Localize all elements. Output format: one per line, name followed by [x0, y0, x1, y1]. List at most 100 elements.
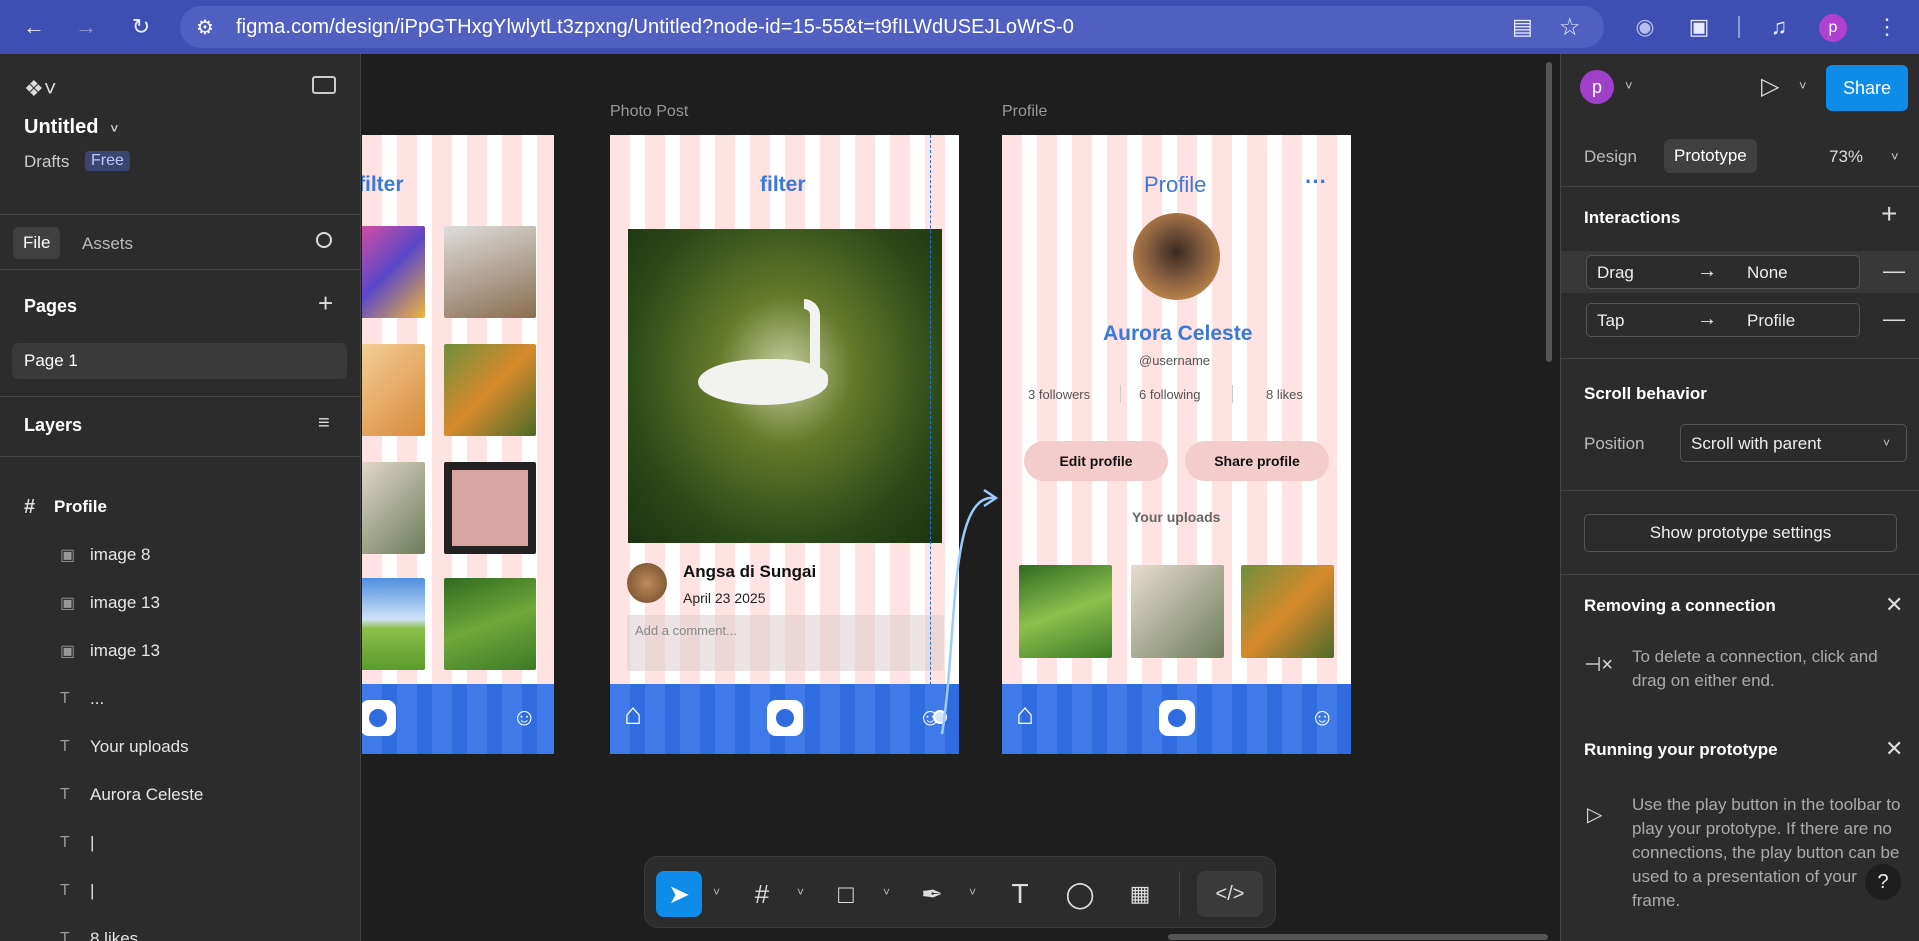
tab-assets[interactable]: Assets [82, 234, 133, 254]
following-count[interactable]: 6 following [1139, 387, 1200, 402]
camera-icon[interactable] [362, 700, 396, 736]
layer-item[interactable]: ▣ image 13 [0, 627, 361, 675]
extensions-icon[interactable]: ▣ [1684, 12, 1714, 42]
frame-filter-partial[interactable]: filter ☺ [362, 135, 554, 754]
image-thumbnail[interactable] [362, 462, 425, 554]
home-icon[interactable]: ⌂ [1016, 698, 1034, 732]
add-page-icon[interactable]: + [318, 288, 333, 319]
canvas[interactable]: filter ☺ Photo Post filter Angsa di Sung… [362, 54, 1560, 941]
edit-profile-button[interactable]: Edit profile [1024, 441, 1168, 481]
chevron-down-icon[interactable]: ˅ [1799, 78, 1807, 93]
position-select[interactable]: Scroll with parent ˅ [1680, 424, 1907, 462]
post-avatar[interactable] [627, 563, 667, 603]
post-image[interactable] [628, 229, 942, 543]
close-icon[interactable]: ✕ [1885, 592, 1903, 618]
frame-photo-post[interactable]: filter Angsa di Sungai April 23 2025 Add… [610, 135, 959, 754]
layer-item[interactable]: T... [0, 675, 361, 723]
image-thumbnail[interactable] [444, 226, 536, 318]
reload-icon[interactable]: ↻ [126, 12, 156, 42]
remove-interaction-icon[interactable]: — [1883, 306, 1905, 332]
address-bar[interactable]: ⚙ figma.com/design/iPpGTHxgYlwlytLt3zpxn… [180, 6, 1604, 48]
close-icon[interactable]: ✕ [1885, 736, 1903, 762]
forward-arrow-icon[interactable]: → [71, 12, 101, 42]
chevron-down-icon[interactable]: ˅ [1891, 149, 1899, 164]
chevron-down-icon[interactable]: ˅ [797, 885, 804, 899]
star-icon[interactable]: ☆ [1559, 13, 1581, 42]
image-thumbnail[interactable] [444, 344, 536, 436]
media-icon[interactable]: ♫ [1764, 12, 1794, 42]
layer-item[interactable]: T Aurora Celeste [0, 771, 361, 819]
zoom-level[interactable]: 73% [1829, 147, 1863, 167]
move-tool[interactable]: ➤ [656, 871, 702, 917]
browser-avatar[interactable]: p [1819, 14, 1847, 42]
tab-file[interactable]: File [13, 227, 61, 259]
file-name[interactable]: Untitled ˅ [24, 116, 118, 139]
tab-prototype[interactable]: Prototype [1664, 139, 1757, 173]
likes-count[interactable]: 8 likes [1266, 387, 1303, 402]
drafts-label[interactable]: Drafts [24, 152, 69, 172]
image-thumbnail[interactable] [444, 462, 536, 554]
image-thumbnail[interactable] [362, 226, 425, 318]
share-button[interactable]: Share [1826, 65, 1908, 111]
clipboard-icon[interactable]: ▤ [1512, 14, 1533, 40]
frame-label[interactable]: Photo Post [610, 103, 688, 121]
interaction-row[interactable]: Tap → Profile [1586, 303, 1860, 337]
page-item[interactable]: Page 1 [12, 343, 347, 379]
layer-item[interactable]: ▣ image 8 [0, 531, 361, 579]
toggle-sidebar-icon[interactable] [312, 76, 336, 94]
layers-filter-icon[interactable]: ≡ [318, 412, 330, 435]
user-icon[interactable]: ☺ [1310, 704, 1335, 732]
image-thumbnail[interactable] [362, 578, 425, 670]
help-button[interactable]: ? [1865, 864, 1901, 900]
interaction-row[interactable]: Drag → None [1586, 255, 1860, 289]
comment-tool-icon[interactable]: ◯ [1057, 871, 1103, 917]
back-arrow-icon[interactable]: ← [19, 12, 49, 42]
tab-design[interactable]: Design [1584, 147, 1637, 167]
upload-thumbnail[interactable] [1019, 565, 1112, 658]
rectangle-tool-icon[interactable]: □ [823, 871, 869, 917]
dev-mode-toggle-icon[interactable]: </> [1197, 871, 1263, 917]
site-settings-icon[interactable]: ⚙ [196, 15, 214, 40]
prototype-connection-arrow[interactable] [938, 434, 998, 754]
figma-logo-icon[interactable]: ❖˅ [24, 76, 57, 102]
upload-thumbnail[interactable] [1241, 565, 1334, 658]
chevron-down-icon[interactable]: ˅ [1625, 78, 1633, 93]
layer-item[interactable]: T Your uploads [0, 723, 361, 771]
actions-tool-icon[interactable]: ▦ [1117, 871, 1163, 917]
chevron-down-icon[interactable]: ˅ [713, 885, 720, 899]
profile-avatar[interactable] [1133, 213, 1220, 300]
layer-item[interactable]: T | [0, 819, 361, 867]
more-icon[interactable]: ··· [1305, 169, 1327, 195]
layer-item[interactable]: T8 likes [0, 915, 361, 941]
camera-icon[interactable] [767, 700, 803, 736]
show-prototype-settings-button[interactable]: Show prototype settings [1584, 514, 1897, 552]
play-icon[interactable]: ▷ [1761, 72, 1779, 101]
frame-profile[interactable]: Profile ··· Aurora Celeste @username 3 f… [1002, 135, 1351, 754]
pen-tool-icon[interactable]: ✒ [909, 871, 955, 917]
image-thumbnail[interactable] [444, 578, 536, 670]
camera-icon[interactable]: ◉ [1630, 12, 1660, 42]
image-thumbnail[interactable] [362, 344, 425, 436]
user-icon[interactable]: ☺ [512, 704, 537, 732]
followers-count[interactable]: 3 followers [1028, 387, 1090, 402]
text-tool-icon[interactable]: T [997, 871, 1043, 917]
comment-input[interactable]: Add a comment... [627, 615, 944, 671]
remove-interaction-icon[interactable]: — [1883, 258, 1905, 284]
horizontal-scrollbar[interactable] [1168, 934, 1548, 940]
chevron-down-icon[interactable]: ˅ [883, 885, 890, 899]
search-icon[interactable] [316, 232, 332, 248]
upload-thumbnail[interactable] [1131, 565, 1224, 658]
home-icon[interactable]: ⌂ [624, 698, 642, 732]
add-interaction-icon[interactable]: + [1881, 198, 1897, 230]
layer-item[interactable]: T | [0, 867, 361, 915]
frame-tool-icon[interactable]: # [739, 871, 785, 917]
share-profile-button[interactable]: Share profile [1185, 441, 1329, 481]
frame-label[interactable]: Profile [1002, 103, 1047, 121]
user-avatar[interactable]: p [1580, 70, 1614, 104]
layer-item[interactable]: # Profile [0, 483, 361, 531]
camera-icon[interactable] [1159, 700, 1195, 736]
vertical-scrollbar[interactable] [1546, 62, 1552, 362]
layer-item[interactable]: ▣ image 13 [0, 579, 361, 627]
chevron-down-icon[interactable]: ˅ [969, 885, 976, 899]
browser-menu-icon[interactable]: ⋮ [1872, 12, 1902, 42]
